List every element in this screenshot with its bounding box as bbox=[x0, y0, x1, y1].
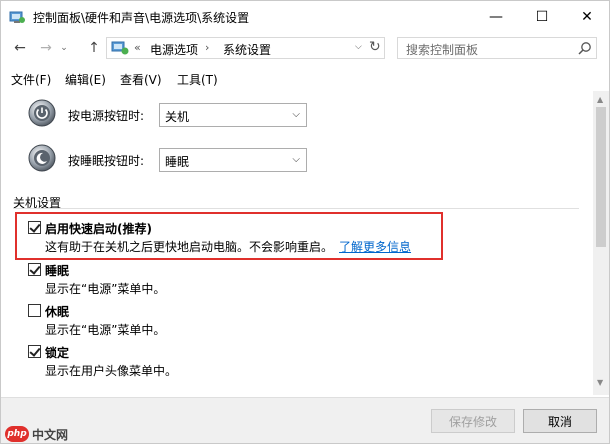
window-title: 控制面板\硬件和声音\电源选项\系统设置 bbox=[33, 11, 250, 25]
control-panel-icon bbox=[111, 41, 129, 55]
section-divider bbox=[13, 208, 579, 209]
breadcrumb-power-options[interactable]: 电源选项 bbox=[150, 41, 198, 58]
history-chevron-down-icon[interactable]: ⌄ bbox=[59, 39, 69, 57]
learn-more-link[interactable]: 了解更多信息 bbox=[339, 240, 411, 254]
vertical-scrollbar[interactable]: ▲ ▼ bbox=[593, 91, 609, 395]
address-dropdown-icon[interactable]: ⌵ bbox=[355, 42, 362, 52]
minimize-button[interactable]: — bbox=[473, 1, 519, 33]
fast-startup-description-text: 这有助于在关机之后更快地启动电脑。不会影响重启。 bbox=[45, 240, 334, 254]
address-bar[interactable]: « 电源选项 › 系统设置 ⌵ ↻ bbox=[106, 37, 385, 59]
lock-checkbox[interactable] bbox=[28, 345, 41, 358]
sleep-checkbox[interactable] bbox=[28, 263, 41, 276]
maximize-button[interactable]: ☐ bbox=[519, 1, 565, 33]
sleep-description: 显示在“电源”菜单中。 bbox=[45, 282, 166, 296]
power-button-action-value: 关机 bbox=[165, 110, 190, 124]
power-button-label: 按电源按钮时: bbox=[68, 109, 145, 123]
control-panel-icon bbox=[9, 11, 25, 23]
fast-startup-description: 这有助于在关机之后更快地启动电脑。不会影响重启。 了解更多信息 bbox=[45, 238, 411, 255]
hibernate-description: 显示在“电源”菜单中。 bbox=[45, 323, 166, 337]
sleep-button-action-select[interactable]: 睡眠 ⌵ bbox=[159, 148, 307, 172]
chevron-down-icon: ⌵ bbox=[292, 154, 300, 165]
fast-startup-checkbox[interactable] bbox=[28, 221, 41, 234]
cancel-button[interactable]: 取消 bbox=[523, 409, 597, 433]
sleep-button-icon bbox=[28, 144, 56, 172]
refresh-icon[interactable]: ↻ bbox=[369, 39, 381, 55]
menu-file[interactable]: 文件(F) bbox=[11, 71, 51, 88]
navigation-bar: ← → ⌄ ↑ « 电源选项 › 系统设置 ⌵ ↻ 搜索控制面板 bbox=[1, 33, 609, 63]
search-icon[interactable] bbox=[578, 41, 592, 55]
save-changes-button[interactable]: 保存修改 bbox=[431, 409, 515, 433]
sleep-button-action-value: 睡眠 bbox=[165, 155, 190, 169]
back-arrow-icon[interactable]: ← bbox=[11, 39, 29, 57]
fast-startup-label[interactable]: 启用快速启动(推荐) bbox=[45, 220, 152, 237]
watermark-text: 中文网 bbox=[32, 427, 69, 442]
scroll-up-icon[interactable]: ▲ bbox=[597, 95, 603, 104]
power-button-action-select[interactable]: 关机 ⌵ bbox=[159, 103, 307, 127]
hibernate-checkbox[interactable] bbox=[28, 304, 41, 317]
search-input[interactable]: 搜索控制面板 bbox=[397, 37, 597, 59]
watermark: php 中文网 bbox=[5, 425, 85, 443]
breadcrumb-separator-icon[interactable]: › bbox=[205, 41, 209, 54]
forward-arrow-icon[interactable]: → bbox=[37, 39, 55, 57]
power-button-icon bbox=[28, 99, 56, 127]
title-bar: 控制面板\硬件和声音\电源选项\系统设置 — ☐ ✕ bbox=[1, 1, 609, 33]
menu-tools[interactable]: 工具(T) bbox=[177, 71, 218, 88]
breadcrumb-system-settings[interactable]: 系统设置 bbox=[223, 41, 271, 58]
address-overflow-chevron[interactable]: « bbox=[134, 41, 141, 54]
scroll-down-icon[interactable]: ▼ bbox=[597, 378, 603, 387]
chevron-down-icon: ⌵ bbox=[292, 109, 300, 120]
menu-bar: 文件(F) 编辑(E) 查看(V) 工具(T) bbox=[1, 67, 609, 89]
close-button[interactable]: ✕ bbox=[564, 1, 610, 33]
scrollbar-thumb[interactable] bbox=[596, 107, 606, 247]
sleep-label[interactable]: 睡眠 bbox=[45, 262, 69, 279]
control-panel-window: 控制面板\硬件和声音\电源选项\系统设置 — ☐ ✕ ← → ⌄ ↑ « 电源选… bbox=[0, 0, 610, 444]
settings-content: 按电源按钮时: 关机 ⌵ 按睡眠按钮时: 睡眠 ⌵ 关机设置 启用快速启动(推荐… bbox=[1, 91, 593, 395]
lock-description: 显示在用户头像菜单中。 bbox=[45, 364, 178, 378]
sleep-button-label: 按睡眠按钮时: bbox=[68, 154, 145, 168]
lock-label[interactable]: 锁定 bbox=[45, 344, 69, 361]
up-arrow-icon[interactable]: ↑ bbox=[85, 39, 103, 57]
menu-edit[interactable]: 编辑(E) bbox=[65, 71, 106, 88]
hibernate-label[interactable]: 休眠 bbox=[45, 303, 69, 320]
search-placeholder: 搜索控制面板 bbox=[406, 43, 479, 57]
php-logo: php bbox=[5, 426, 29, 442]
dialog-footer: 保存修改 取消 bbox=[1, 397, 609, 443]
menu-view[interactable]: 查看(V) bbox=[120, 71, 162, 88]
